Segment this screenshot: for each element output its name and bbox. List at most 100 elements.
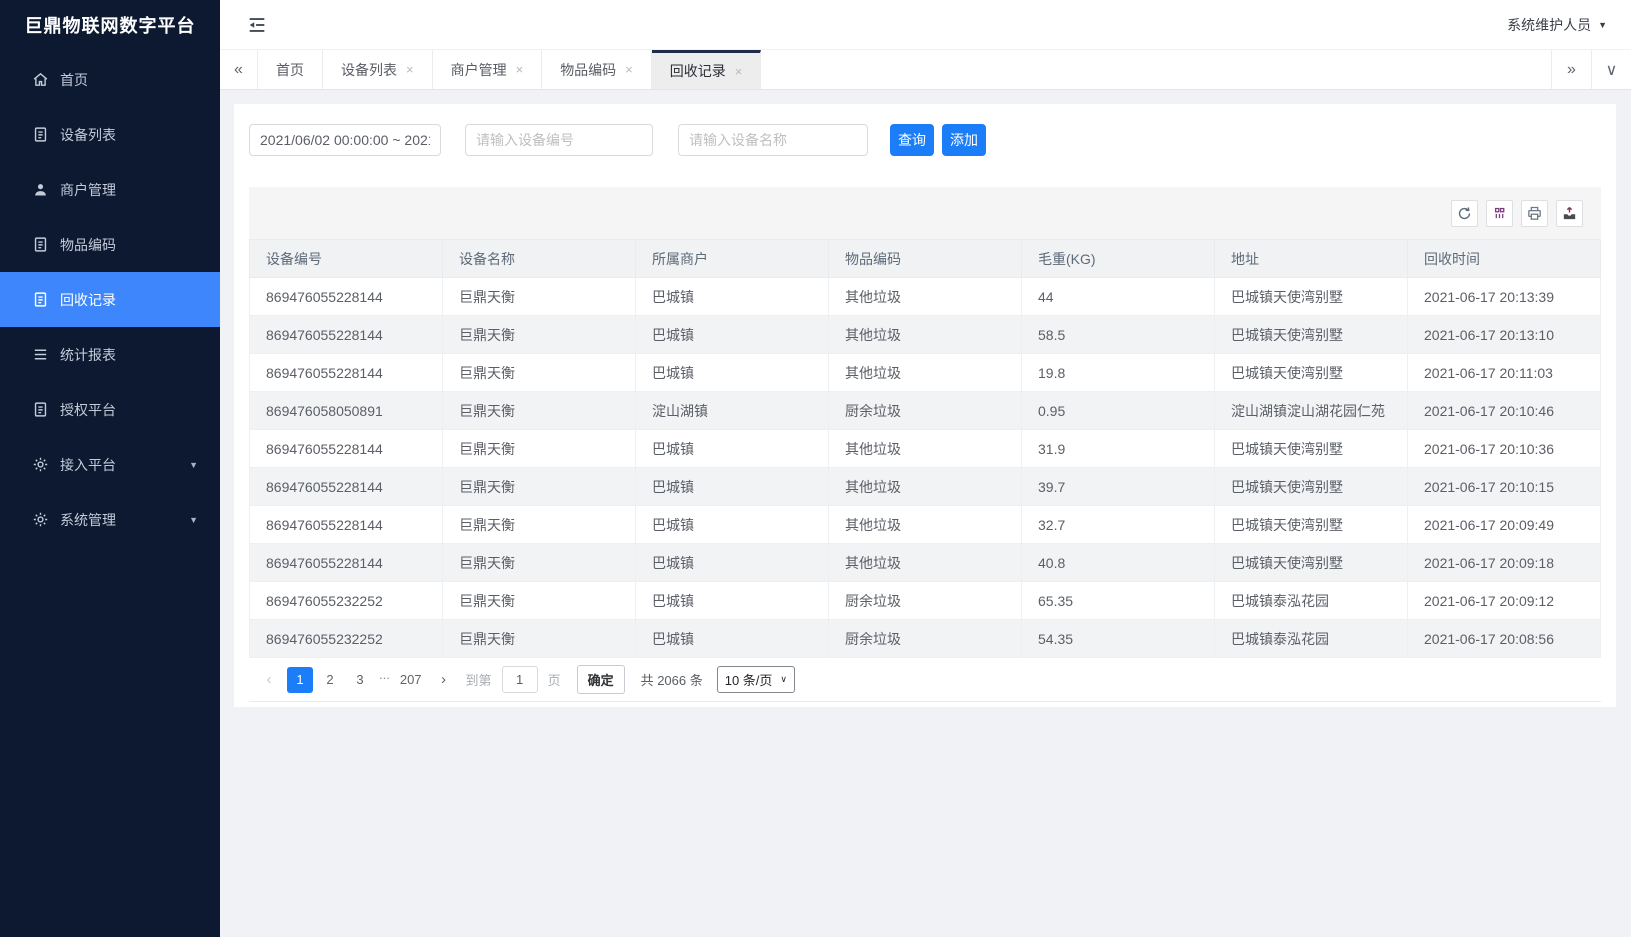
table-row[interactable]: 869476055232252巨鼎天衡巴城镇厨余垃圾54.35巴城镇泰泓花园20…	[250, 620, 1601, 658]
goto-page-input[interactable]	[502, 666, 538, 693]
table-row[interactable]: 869476055228144巨鼎天衡巴城镇其他垃圾44巴城镇天使湾别墅2021…	[250, 278, 1601, 316]
table-cell: 其他垃圾	[829, 430, 1022, 468]
table-cell: 869476055228144	[250, 544, 443, 582]
file-list-icon	[32, 126, 49, 143]
page-prev-icon[interactable]: ‹	[257, 671, 281, 688]
tab-label: 物品编码	[560, 60, 616, 80]
column-header: 回收时间	[1408, 240, 1601, 278]
tab-5[interactable]: 回收记录 ×	[652, 50, 762, 89]
print-button[interactable]	[1521, 200, 1548, 227]
export-button[interactable]	[1556, 200, 1583, 227]
table-cell: 巨鼎天衡	[443, 620, 636, 658]
page-ellipsis: ...	[377, 667, 392, 693]
table-row[interactable]: 869476055228144巨鼎天衡巴城镇其他垃圾32.7巴城镇天使湾别墅20…	[250, 506, 1601, 544]
home-icon	[32, 71, 49, 88]
tab-4[interactable]: 物品编码 ×	[542, 50, 652, 89]
table-cell: 巴城镇天使湾别墅	[1215, 430, 1408, 468]
sidebar-item-2[interactable]: 设备列表	[0, 107, 220, 162]
table-row[interactable]: 869476055228144巨鼎天衡巴城镇其他垃圾19.8巴城镇天使湾别墅20…	[250, 354, 1601, 392]
sidebar-item-9[interactable]: 系统管理▼	[0, 492, 220, 547]
tab-close-icon[interactable]: ×	[516, 63, 524, 76]
table-cell: 巴城镇	[636, 582, 829, 620]
table-row[interactable]: 869476058050891巨鼎天衡淀山湖镇厨余垃圾0.95淀山湖镇淀山湖花园…	[250, 392, 1601, 430]
tabs-wrap: 首页设备列表× 商户管理 × 物品编码 × 回收记录 ×	[258, 50, 761, 89]
table-cell: 54.35	[1022, 620, 1215, 658]
device-name-input[interactable]	[678, 124, 868, 156]
sidebar-item-1[interactable]: 首页	[0, 52, 220, 107]
sidebar-item-label: 物品编码	[60, 235, 116, 255]
table-cell: 869476055228144	[250, 430, 443, 468]
print-icon	[1526, 205, 1543, 222]
column-header: 毛重(KG)	[1022, 240, 1215, 278]
sidebar-item-5[interactable]: 回收记录	[0, 272, 220, 327]
main-column: 系统维护人员 ▼ « 首页设备列表× 商户管理 × 物品编码 × 回收记录 × » ∨ 查询…	[220, 0, 1631, 937]
tabs-scroll-left-icon[interactable]: «	[220, 50, 258, 89]
sidebar-item-label: 首页	[60, 70, 88, 90]
refresh-button[interactable]	[1451, 200, 1478, 227]
table-row[interactable]: 869476055228144巨鼎天衡巴城镇其他垃圾40.8巴城镇天使湾别墅20…	[250, 544, 1601, 582]
search-button[interactable]: 查询	[890, 124, 934, 156]
tab-label: 回收记录	[670, 61, 726, 81]
sidebar-item-8[interactable]: 接入平台▼	[0, 437, 220, 492]
tab-close-icon[interactable]: ×	[406, 63, 414, 76]
table-cell: 巨鼎天衡	[443, 354, 636, 392]
table-cell: 巴城镇	[636, 506, 829, 544]
device-id-input[interactable]	[465, 124, 653, 156]
table-cell: 2021-06-17 20:13:10	[1408, 316, 1601, 354]
content-card: 查询 添加 设备编号设备名称所属商户物品编码毛重(KG)地址回收时间 86947…	[234, 104, 1616, 707]
table-cell: 31.9	[1022, 430, 1215, 468]
sidebar-item-7[interactable]: 授权平台	[0, 382, 220, 437]
goto-confirm-button[interactable]: 确定	[577, 665, 625, 694]
columns-button[interactable]	[1486, 200, 1513, 227]
page-number-2[interactable]: 2	[317, 667, 343, 693]
tabs-dropdown-icon[interactable]: ∨	[1591, 50, 1631, 89]
select-caret-icon: ∨	[780, 674, 787, 685]
page-next-icon[interactable]: ›	[432, 671, 456, 688]
add-button[interactable]: 添加	[942, 124, 986, 156]
sidebar-item-label: 设备列表	[60, 125, 116, 145]
tab-3[interactable]: 商户管理 ×	[433, 50, 543, 89]
table-cell: 其他垃圾	[829, 468, 1022, 506]
table-cell: 巴城镇	[636, 468, 829, 506]
columns-icon	[1491, 205, 1508, 222]
table-row[interactable]: 869476055228144巨鼎天衡巴城镇其他垃圾31.9巴城镇天使湾别墅20…	[250, 430, 1601, 468]
sidebar-item-3[interactable]: 商户管理	[0, 162, 220, 217]
table-cell: 65.35	[1022, 582, 1215, 620]
tab-close-icon[interactable]: ×	[625, 63, 633, 76]
table-cell: 2021-06-17 20:10:36	[1408, 430, 1601, 468]
user-dropdown[interactable]: 系统维护人员 ▼	[1507, 15, 1607, 35]
table-cell: 淀山湖镇	[636, 392, 829, 430]
tab-1[interactable]: 首页	[258, 50, 323, 89]
column-header: 所属商户	[636, 240, 829, 278]
sidebar-item-6[interactable]: 统计报表	[0, 327, 220, 382]
table-row[interactable]: 869476055232252巨鼎天衡巴城镇厨余垃圾65.35巴城镇泰泓花园20…	[250, 582, 1601, 620]
tabs-scroll-right-icon[interactable]: »	[1551, 50, 1591, 89]
sidebar-item-4[interactable]: 物品编码	[0, 217, 220, 272]
table-cell: 44	[1022, 278, 1215, 316]
table-cell: 其他垃圾	[829, 316, 1022, 354]
tab-close-icon[interactable]: ×	[735, 65, 743, 78]
gear-icon	[32, 511, 49, 528]
top-header: 系统维护人员 ▼	[220, 0, 1631, 50]
page-number-1[interactable]: 1	[287, 667, 313, 693]
tab-label: 商户管理	[451, 60, 507, 80]
page-number-3[interactable]: 3	[347, 667, 373, 693]
tab-2[interactable]: 设备列表×	[323, 50, 433, 89]
page-size-select[interactable]: 10 条/页 ∨	[717, 666, 795, 693]
table-row[interactable]: 869476055228144巨鼎天衡巴城镇其他垃圾58.5巴城镇天使湾别墅20…	[250, 316, 1601, 354]
file-list-icon	[32, 236, 49, 253]
sidebar-menu: 首页设备列表商户管理物品编码回收记录统计报表授权平台接入平台▼系统管理▼	[0, 50, 220, 547]
sidebar-item-label: 回收记录	[60, 290, 116, 310]
sidebar-item-label: 统计报表	[60, 345, 116, 365]
table-cell: 巨鼎天衡	[443, 468, 636, 506]
column-header: 地址	[1215, 240, 1408, 278]
table-cell: 其他垃圾	[829, 354, 1022, 392]
table-cell: 巨鼎天衡	[443, 278, 636, 316]
date-range-input[interactable]	[249, 124, 441, 156]
gear-icon	[32, 456, 49, 473]
tabs-spacer	[761, 50, 1551, 89]
menu-collapse-icon[interactable]	[246, 14, 268, 36]
table-row[interactable]: 869476055228144巨鼎天衡巴城镇其他垃圾39.7巴城镇天使湾别墅20…	[250, 468, 1601, 506]
column-header: 物品编码	[829, 240, 1022, 278]
page-number-207[interactable]: 207	[396, 667, 426, 693]
